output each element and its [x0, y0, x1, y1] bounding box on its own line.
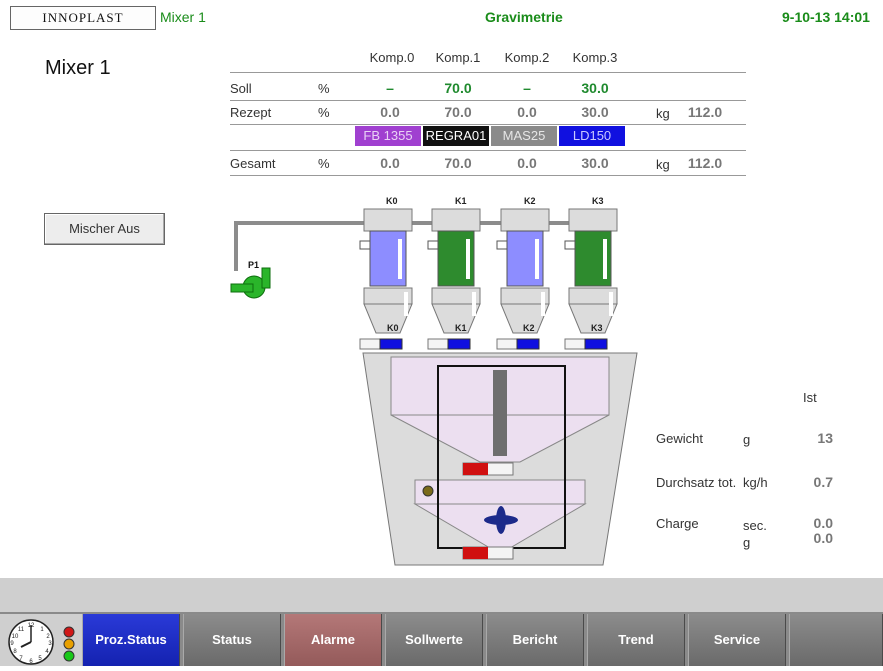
status-message-bar [0, 578, 883, 612]
process-diagram: P1 [230, 208, 638, 566]
alarm-light-green [63, 650, 75, 662]
alarm-light-red [63, 626, 75, 638]
ist-header: Ist [803, 390, 817, 405]
valve-label-k1: K1 [455, 323, 467, 333]
nav-status[interactable]: Status [183, 614, 281, 666]
clock-icon: 1212 345 678 91011 [8, 619, 75, 665]
charge-unit-g: g [743, 535, 751, 550]
clock-panel: 1212 345 678 91011 [0, 614, 82, 666]
nav-proz-status[interactable]: Proz.Status [82, 614, 180, 666]
nav-trend[interactable]: Trend [587, 614, 685, 666]
gewicht-label: Gewicht [656, 431, 703, 446]
charge-sec-value: 0.0 [813, 515, 833, 531]
hopper-label-k3: K3 [592, 196, 604, 206]
durchsatz-unit: kg/h [743, 475, 768, 490]
hopper-k0 [359, 208, 413, 350]
hopper-k1 [427, 208, 481, 350]
charge-unit-sec: sec. [743, 518, 767, 533]
svg-text:10: 10 [12, 634, 19, 640]
gewicht-value: 13 [817, 430, 833, 446]
durchsatz-value: 0.7 [813, 474, 833, 490]
hopper-label-k2: K2 [524, 196, 536, 206]
pump-label: P1 [248, 260, 259, 270]
nav-alarme[interactable]: Alarme [284, 614, 382, 666]
nav-service[interactable]: Service [688, 614, 786, 666]
hopper-label-k0: K0 [386, 196, 398, 206]
gewicht-unit: g [743, 432, 751, 447]
svg-text:11: 11 [18, 627, 25, 633]
valve-label-k0: K0 [387, 323, 399, 333]
alarm-light-amber [63, 638, 75, 650]
valve-label-k3: K3 [591, 323, 603, 333]
nav-sollwerte[interactable]: Sollwerte [385, 614, 483, 666]
charge-label: Charge [656, 516, 699, 531]
durchsatz-label: Durchsatz tot. [656, 475, 737, 490]
nav-empty-slot[interactable] [789, 614, 883, 666]
hopper-label-k1: K1 [455, 196, 467, 206]
valve-label-k2: K2 [523, 323, 535, 333]
charge-g-value: 0.0 [813, 530, 833, 546]
nav-bericht[interactable]: Bericht [486, 614, 584, 666]
